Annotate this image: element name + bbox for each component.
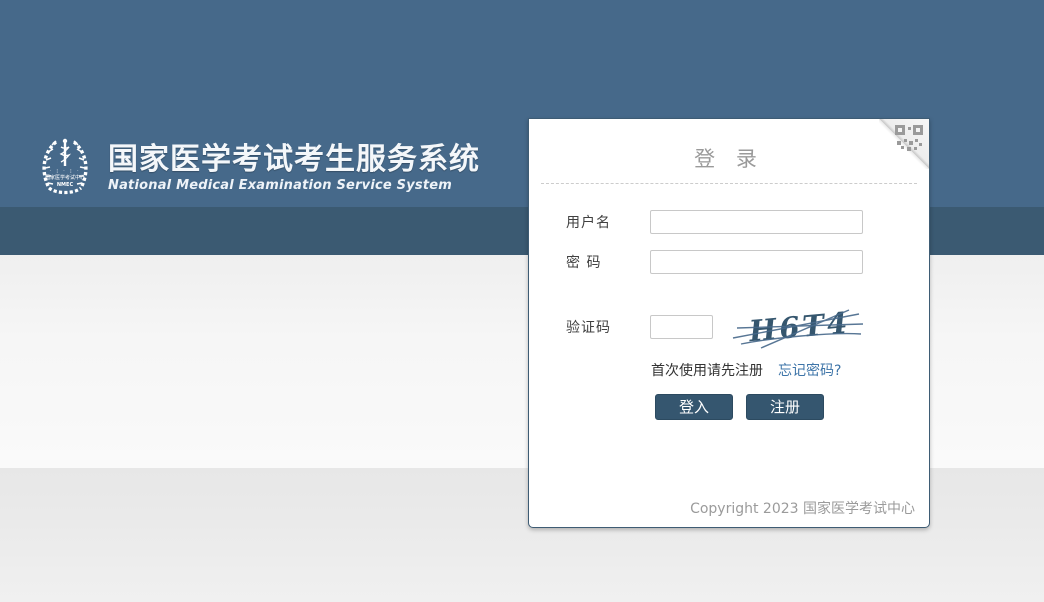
helper-links-row: 首次使用请先注册 忘记密码? [651,360,841,380]
title-divider [541,183,917,184]
password-label: 密 码 [566,255,602,271]
login-button[interactable]: 登入 [655,394,733,420]
login-panel: 登 录 用户名 密 码 验证码 H6T4 首次使用请先注册 忘记密码? 登入 注 [528,118,930,528]
emblem-center-text: 国家医学考试中心 [45,174,85,181]
svg-text:· ¦ · ¦ ·: · ¦ · ¦ · [49,168,80,174]
login-title: 登 录 [694,147,764,171]
register-button[interactable]: 注册 [746,394,824,420]
forgot-password-link[interactable]: 忘记密码? [778,360,841,380]
username-input[interactable] [650,210,863,234]
buttons-row: 登入 注册 [655,394,824,420]
register-hint: 首次使用请先注册 [651,363,763,379]
username-label: 用户名 [566,215,611,231]
nmec-emblem-icon: · ¦ · ¦ · 国家医学考试中心 NMEC [42,138,88,195]
captcha-row: 验证码 H6T4 [566,304,866,350]
password-row: 密 码 [566,250,863,274]
captcha-label: 验证码 [566,320,611,336]
emblem-abbr-text: NMEC [57,182,74,188]
system-title: 国家医学考试考生服务系统 [108,142,480,177]
password-input[interactable] [650,250,863,274]
captcha-image[interactable]: H6T4 [731,304,866,350]
username-row: 用户名 [566,210,863,234]
copyright-text: Copyright 2023 国家医学考试中心 [690,501,915,517]
brand-header: · ¦ · ¦ · 国家医学考试中心 NMEC 国家医学考试考生服务系统 Nat… [36,136,480,200]
captcha-input[interactable] [650,315,713,339]
system-subtitle: National Medical Examination Service Sys… [108,178,453,193]
